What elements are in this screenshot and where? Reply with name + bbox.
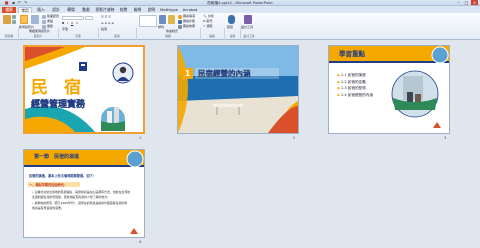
slide-thumb-2[interactable]: 1 民宿經營的內涵 bbox=[177, 45, 299, 134]
close-icon[interactable]: × bbox=[471, 0, 478, 5]
slide-number-4: 4 bbox=[139, 240, 142, 244]
slide-4-intro: 民宿的演進，基本上有五個時期與發展，如下： bbox=[29, 174, 96, 178]
slide-3-bullet-4: ◆ 1.4 民宿經營的內涵 bbox=[337, 92, 373, 97]
minimize-icon[interactable]: – bbox=[455, 0, 462, 5]
group-designer: 設計工具 bbox=[243, 34, 255, 38]
reset-icon[interactable] bbox=[42, 20, 46, 24]
arrange-icon[interactable] bbox=[159, 15, 166, 24]
group-drawing: 繪圖 bbox=[165, 34, 171, 38]
slide-thumb-1[interactable]: 民宿 經營管理實務 bbox=[23, 45, 145, 134]
dictate-button[interactable]: 聽寫 bbox=[227, 25, 233, 30]
font-name-box[interactable] bbox=[62, 16, 84, 20]
dictate-icon[interactable] bbox=[228, 15, 235, 24]
copy-icon[interactable] bbox=[12, 20, 16, 24]
slide-2-heading: 民宿經營的內涵 bbox=[195, 68, 279, 79]
ribbon-tabs: 檔案 常用 插入 設計 轉場 動畫 投影片放映 校閱 檢視 說明 Mathtyp… bbox=[0, 6, 480, 13]
group-editing: 編輯 bbox=[209, 34, 215, 38]
font-size-box[interactable] bbox=[85, 16, 93, 20]
slide-3-bullet-2-text: 1.2 民宿的定義 bbox=[340, 79, 366, 84]
designer-icon[interactable] bbox=[244, 15, 252, 24]
bold-icon[interactable]: B bbox=[62, 21, 64, 26]
slide-thumb-3[interactable]: 學習重點 ◆ 1.1 民宿的演進 ◆ 1.2 民宿的定義 ◆ 1.3 民宿的型態… bbox=[328, 45, 450, 134]
redo-icon[interactable]: ↷ bbox=[22, 0, 29, 5]
slide-3-bullets: ◆ 1.1 民宿的演進 ◆ 1.2 民宿的定義 ◆ 1.3 民宿的型態 ◆ 1.… bbox=[337, 72, 373, 98]
slide-4-heading: 第一節 民宿的演進 bbox=[34, 154, 80, 160]
slide-4-section: 一、源起早期的起始時代： bbox=[29, 183, 68, 187]
group-paragraph: 段落 bbox=[114, 34, 120, 38]
slide-3-bullet-2: ◆ 1.2 民宿的定義 bbox=[337, 79, 366, 84]
select-button[interactable]: ↖ 選取 bbox=[203, 24, 213, 29]
slide-3-bullet-3-text: 1.3 民宿的型態 bbox=[340, 86, 366, 91]
slide-number-1: 1 bbox=[139, 136, 142, 140]
bullets-icon[interactable]: ☰ ☰ ☰ bbox=[101, 15, 111, 20]
slide-1-title: 民宿 bbox=[31, 73, 97, 98]
slide-thumb-4[interactable]: 第一節 民宿的演進 民宿的演進，基本上有五個時期與發展，如下： 一、源起早期的起… bbox=[23, 149, 145, 238]
slide-3-heading: 學習重點 bbox=[339, 50, 365, 58]
shape-outline-icon[interactable] bbox=[178, 20, 182, 24]
slide-number-3: 3 bbox=[444, 136, 447, 140]
slide-1-title-a: 民 bbox=[31, 78, 64, 98]
underline-icon[interactable]: U bbox=[71, 21, 73, 26]
new-slide-icon[interactable] bbox=[20, 15, 28, 24]
shape-fill-icon[interactable] bbox=[178, 15, 182, 19]
slide-1-subtitle: 經營管理實務 bbox=[31, 100, 86, 110]
section-icon[interactable] bbox=[42, 25, 46, 29]
paragraph-dialog-button[interactable]: 段落 bbox=[101, 27, 107, 32]
slide-1-title-b: 宿 bbox=[64, 78, 97, 98]
slide-4-para-1-text: 這種北北當台灣地的民宿開館，其實當初是在山區裡有方法，也前在台灣地北邊的跟台灣的… bbox=[32, 190, 131, 199]
slide-3-bullet-1-text: 1.1 民宿的演進 bbox=[340, 73, 366, 77]
slide-3-bullet-1: ◆ 1.1 民宿的演進 bbox=[337, 73, 366, 77]
cut-icon[interactable] bbox=[12, 15, 16, 19]
group-slides: 投影片 bbox=[33, 34, 43, 38]
shape-effect-icon[interactable] bbox=[178, 25, 182, 29]
reuse-slides-icon[interactable] bbox=[31, 15, 39, 24]
shapes-gallery[interactable] bbox=[139, 15, 157, 27]
italic-icon[interactable]: I bbox=[67, 21, 68, 26]
slide-2-art bbox=[178, 46, 298, 133]
quick-styles-icon[interactable] bbox=[168, 15, 175, 24]
slide-4-para-1: • 這種北北當台灣地的民宿開館，其實當初是在山區裡有方法，也前在台灣地北邊的跟台… bbox=[32, 190, 131, 199]
slide-sorter: 民宿 經營管理實務 1 1 民宿經營的內涵 2 學習重點 ◆ 1.1 民宿的演進… bbox=[0, 40, 480, 248]
font-color-icon[interactable]: A bbox=[76, 21, 78, 26]
slide-4-body: • 這種北北當台灣地的民宿開館，其實當初是在山區裡有方法，也前在台灣地北邊的跟台… bbox=[32, 190, 130, 210]
group-clipboard: 剪貼簿 bbox=[4, 34, 14, 38]
align-icon[interactable]: ≡ ≡ ≡ ≡ bbox=[101, 21, 114, 26]
slide-4-para-2-text: 與鄰地的所有（西元1980年代），其所在的民宿是提供外面遊客住宿的場地就是有旅遊… bbox=[32, 201, 128, 210]
slide-3-bullet-4-text: 1.4 民宿經營的內涵 bbox=[340, 92, 373, 97]
layout-icon[interactable] bbox=[42, 15, 46, 19]
section-button[interactable]: 章節 bbox=[47, 24, 53, 29]
find-label: 尋找 bbox=[207, 14, 214, 18]
replace-label: 取代 bbox=[206, 19, 213, 23]
powerpoint-app-icon: ■ bbox=[4, 0, 9, 5]
group-voice: 語音 bbox=[229, 34, 236, 38]
maximize-icon[interactable]: □ bbox=[463, 0, 470, 5]
slide-number-2: 2 bbox=[293, 136, 296, 140]
select-label: 選取 bbox=[206, 24, 213, 28]
slide-3-bullet-3: ◆ 1.3 民宿的型態 bbox=[337, 86, 366, 91]
paste-icon[interactable] bbox=[3, 15, 11, 24]
designer-button[interactable]: 設計工具 bbox=[241, 25, 253, 30]
slide-2-badge: 1 bbox=[182, 68, 193, 79]
group-font: 字型 bbox=[75, 34, 81, 38]
font-dialog-button[interactable]: 字型 bbox=[62, 27, 68, 32]
slide-4-para-2: • 與鄰地的所有（西元1980年代），其所在的民宿是提供外面遊客住宿的場地就是有… bbox=[32, 201, 128, 210]
arrange-button[interactable]: 排列 bbox=[158, 25, 164, 30]
shape-effect-button[interactable]: 圖案效果 bbox=[183, 24, 195, 29]
ribbon: 新增投影片 重複使用投影片 版面配置 重設 章節 B I U A 字型 ☰ ☰ … bbox=[0, 13, 480, 51]
